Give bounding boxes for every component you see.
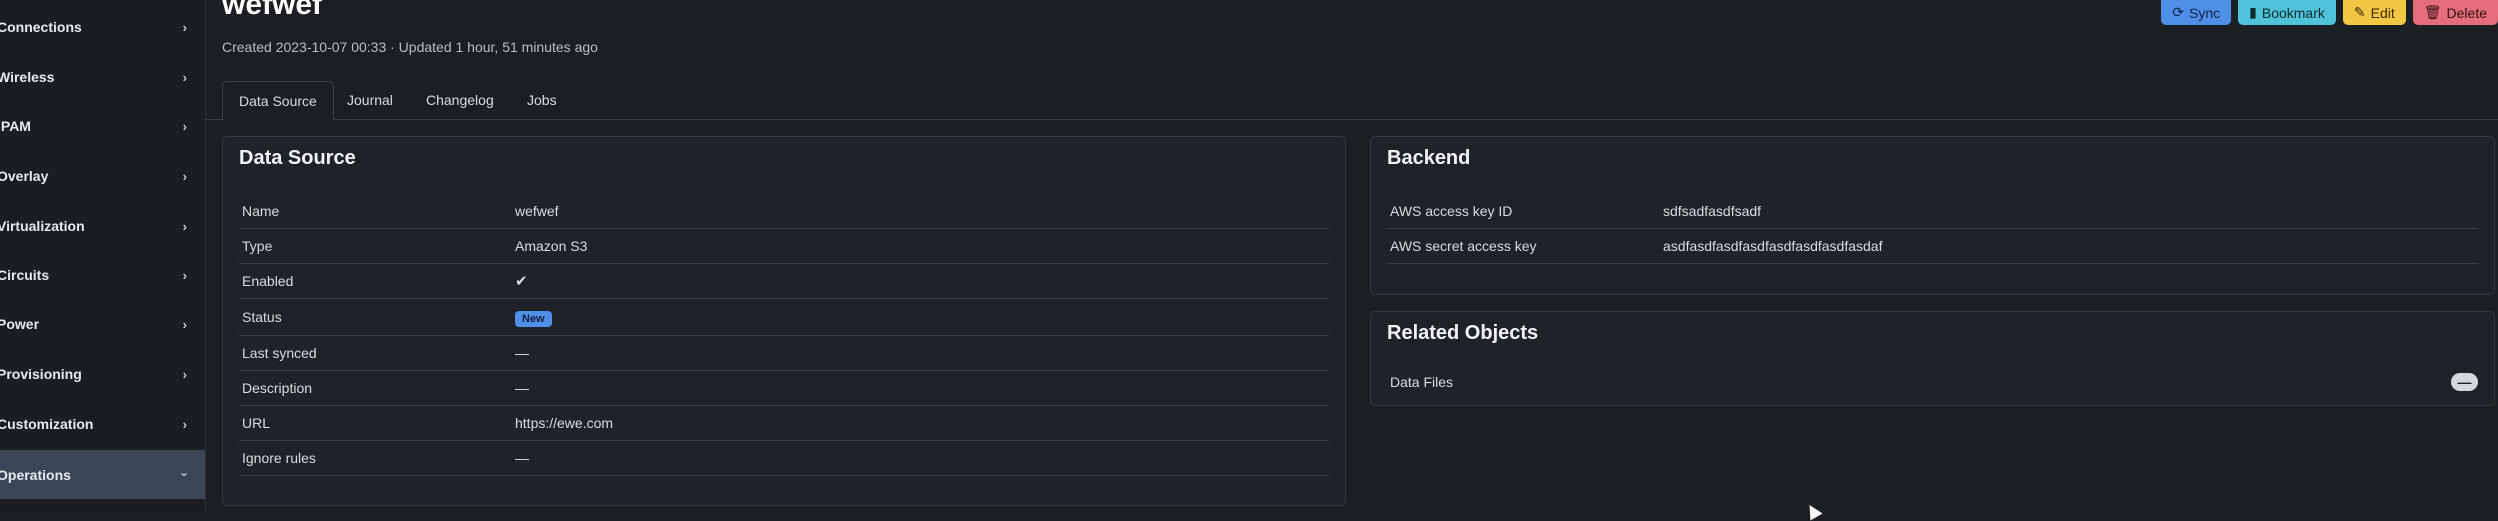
sidebar-item-label: Wireless <box>0 69 55 85</box>
sidebar-item-label: Provisioning <box>0 366 82 382</box>
row-value: asdfasdfasdfasdfasdfasdfasdfasdaf <box>1663 237 1883 254</box>
sidebar-item-label: Connections <box>0 19 82 35</box>
row-key: Status <box>242 308 282 325</box>
row-key: Description <box>242 379 313 396</box>
table-row: Ignore rules — <box>239 440 1329 476</box>
status-badge-wrap: New <box>515 309 552 327</box>
row-value: — <box>515 449 529 466</box>
row-key: URL <box>242 414 271 431</box>
delete-label: Delete <box>2446 4 2487 21</box>
row-value: Amazon S3 <box>515 237 588 254</box>
count-badge: — <box>2451 372 2478 391</box>
table-row: Name wefwef <box>239 193 1329 229</box>
row-key: Ignore rules <box>242 449 316 466</box>
row-key: Last synced <box>242 344 317 361</box>
row-key: Name <box>242 202 280 219</box>
row-value: — <box>515 379 529 396</box>
sync-icon: ⟳ <box>2172 4 2185 20</box>
row-key: Data Files <box>1390 373 1454 390</box>
tab-data-source[interactable]: Data Source <box>222 81 334 121</box>
sidebar-item-label: Overlay <box>0 168 49 184</box>
card-title: Data Source <box>239 147 356 169</box>
chevron-right-icon: › <box>182 218 187 234</box>
sidebar-item-circuits[interactable]: Circuits › <box>0 251 205 299</box>
sidebar-item-wireless[interactable]: Wireless › <box>0 53 205 101</box>
table-row: AWS secret access key asdfasdfasdfasdfas… <box>1387 228 2478 264</box>
related-objects-card: Related Objects Data Files — <box>1370 311 2495 406</box>
sidebar-item-customization[interactable]: Customization › <box>0 400 205 448</box>
tab-bar: Data Source Journal Changelog Jobs <box>205 81 2498 121</box>
row-key: Type <box>242 237 273 254</box>
sidebar-item-ipam[interactable]: IPAM › <box>0 102 205 150</box>
action-buttons: ⟳ Sync ▮ Bookmark ✎ Edit 🗑 Delete <box>2161 0 2498 25</box>
table-row: Enabled ✔ <box>239 263 1329 299</box>
card-title: Related Objects <box>1387 322 1539 344</box>
sidebar-item-label: Circuits <box>0 267 50 283</box>
sidebar-item-provisioning[interactable]: Provisioning › <box>0 350 205 398</box>
row-value: — <box>515 344 529 361</box>
sync-button[interactable]: ⟳ Sync <box>2161 0 2232 25</box>
pencil-icon: ✎ <box>2353 4 2366 20</box>
page-meta: Created 2023-10-07 00:33 · Updated 1 hou… <box>222 39 598 55</box>
status-badge: New <box>515 310 552 327</box>
tab-jobs[interactable]: Jobs <box>511 81 573 119</box>
check-icon: ✔ <box>515 272 528 290</box>
row-value: wefwef <box>515 202 559 219</box>
backend-card: Backend AWS access key ID sdfsadfasdfsad… <box>1370 136 2495 295</box>
bookmark-button[interactable]: ▮ Bookmark <box>2238 0 2336 25</box>
sidebar-item-label: Customization <box>0 416 94 432</box>
row-key: AWS secret access key <box>1390 237 1537 254</box>
sidebar-item-virtualization[interactable]: Virtualization › <box>0 202 205 250</box>
bookmark-label: Bookmark <box>2261 4 2325 21</box>
trash-icon: 🗑 <box>2423 4 2442 20</box>
card-title: Backend <box>1387 147 1471 169</box>
sidebar-item-connections[interactable]: Connections › <box>0 3 205 51</box>
table-row: AWS access key ID sdfsadfasdfsadf <box>1387 193 2478 229</box>
sidebar-item-label: Power <box>0 316 40 332</box>
tab-changelog[interactable]: Changelog <box>410 81 510 119</box>
sidebar-item-label: IPAM <box>0 118 31 134</box>
edit-label: Edit <box>2370 4 2395 21</box>
edit-button[interactable]: ✎ Edit <box>2342 0 2406 25</box>
sidebar-item-power[interactable]: Power › <box>0 300 205 348</box>
sync-label: Sync <box>2189 4 2221 21</box>
tab-journal[interactable]: Journal <box>331 81 409 119</box>
mouse-cursor-icon <box>1803 501 1823 521</box>
sidebar-item-label: Virtualization <box>0 218 85 234</box>
page-title: wefwef <box>222 0 323 21</box>
sidebar: Connections › Wireless › IPAM › Overlay … <box>0 0 206 515</box>
table-row: Status New <box>239 298 1329 336</box>
chevron-right-icon: › <box>182 416 187 432</box>
table-row: Last synced — <box>239 335 1329 371</box>
row-value: sdfsadfasdfsadf <box>1663 202 1762 219</box>
data-source-card: Data Source Name wefwef Type Amazon S3 E… <box>222 136 1346 506</box>
table-row: URL https://ewe.com <box>239 405 1329 441</box>
row-key: AWS access key ID <box>1390 202 1513 219</box>
delete-button[interactable]: 🗑 Delete <box>2412 0 2498 25</box>
chevron-right-icon: › <box>182 366 187 382</box>
related-row-data-files[interactable]: Data Files — <box>1371 364 2494 399</box>
chevron-right-icon: › <box>182 118 187 134</box>
url-link[interactable]: https://ewe.com <box>515 415 613 431</box>
table-row: Description — <box>239 370 1329 406</box>
sidebar-item-label: Operations <box>0 466 71 483</box>
chevron-right-icon: › <box>182 168 187 184</box>
row-key: Enabled <box>242 272 294 289</box>
chevron-right-icon: › <box>182 316 187 332</box>
sidebar-item-overlay[interactable]: Overlay › <box>0 152 205 200</box>
chevron-right-icon: › <box>182 19 187 35</box>
sidebar-item-operations[interactable]: Operations › <box>0 450 205 499</box>
bookmark-icon: ▮ <box>2249 4 2257 20</box>
chevron-down-icon: › <box>177 472 193 477</box>
table-row: Type Amazon S3 <box>239 228 1329 264</box>
chevron-right-icon: › <box>182 267 187 283</box>
chevron-right-icon: › <box>182 69 187 85</box>
